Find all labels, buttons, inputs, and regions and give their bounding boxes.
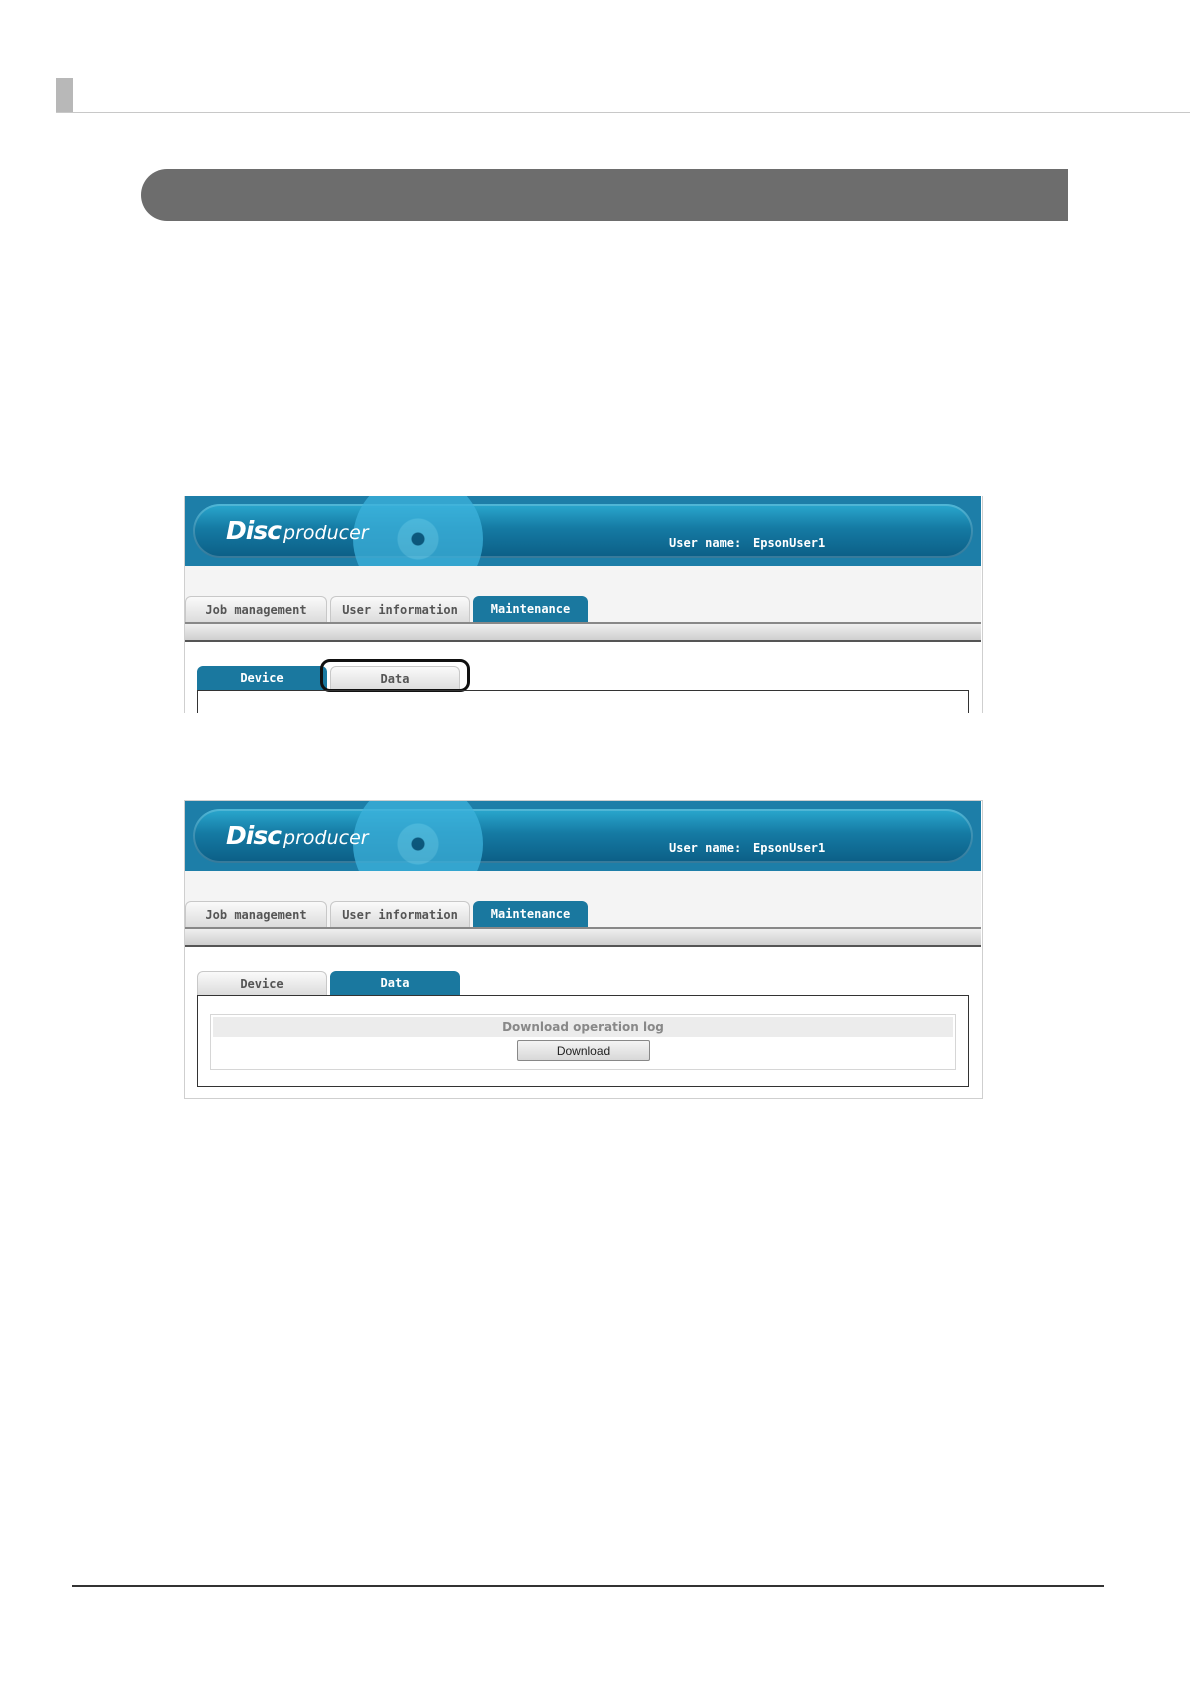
- banner-capsule: Disc producer User name: EpsonUser1: [193, 496, 973, 604]
- main-tab-strip: Job management User information Maintena…: [185, 566, 981, 622]
- footer-rule: [72, 1585, 1104, 1587]
- download-log-panel: Download operation log Download: [210, 1014, 956, 1070]
- tab-maintenance[interactable]: Maintenance: [473, 901, 588, 927]
- tab-job-management[interactable]: Job management: [185, 596, 327, 622]
- app-banner: Disc producer User name: EpsonUser1: [185, 801, 981, 909]
- tab-divider-bar: [185, 927, 981, 947]
- main-tab-strip: Job management User information Maintena…: [185, 871, 981, 927]
- section-marker: [56, 78, 73, 113]
- subtab-device[interactable]: Device: [197, 666, 327, 690]
- app-banner: Disc producer User name: EpsonUser1: [185, 496, 981, 604]
- disc-producer-logo: Disc producer: [226, 821, 369, 850]
- logo-disc-text: Disc: [226, 821, 282, 850]
- banner-capsule: Disc producer User name: EpsonUser1: [193, 801, 973, 909]
- download-button[interactable]: Download: [517, 1040, 650, 1061]
- user-name-label: User name:: [669, 536, 742, 550]
- screenshot-maintenance-device: Disc producer User name: EpsonUser1 Job …: [184, 496, 983, 713]
- disc-producer-logo: Disc producer: [226, 516, 369, 545]
- logo-producer-text: producer: [283, 827, 369, 849]
- tab-divider-bar: [185, 622, 981, 642]
- section-title-bar: [141, 169, 1068, 221]
- logo-disc-text: Disc: [226, 516, 282, 545]
- logo-producer-text: producer: [283, 522, 369, 544]
- tab-user-information[interactable]: User information: [330, 596, 470, 622]
- subtab-device[interactable]: Device: [197, 971, 327, 995]
- data-tab-highlight-ring: [320, 659, 470, 692]
- content-box: [197, 690, 969, 713]
- panel-title: Download operation log: [213, 1017, 953, 1037]
- tab-job-management[interactable]: Job management: [185, 901, 327, 927]
- header-rule: [56, 112, 1190, 113]
- user-name-label: User name:: [669, 841, 742, 855]
- screenshot-maintenance-data: Disc producer User name: EpsonUser1 Job …: [184, 800, 983, 1099]
- content-box: Download operation log Download: [197, 995, 969, 1087]
- user-name-value: EpsonUser1: [753, 841, 826, 855]
- user-name-value: EpsonUser1: [753, 536, 826, 550]
- subtab-data[interactable]: Data: [330, 971, 460, 995]
- tab-user-information[interactable]: User information: [330, 901, 470, 927]
- tab-maintenance[interactable]: Maintenance: [473, 596, 588, 622]
